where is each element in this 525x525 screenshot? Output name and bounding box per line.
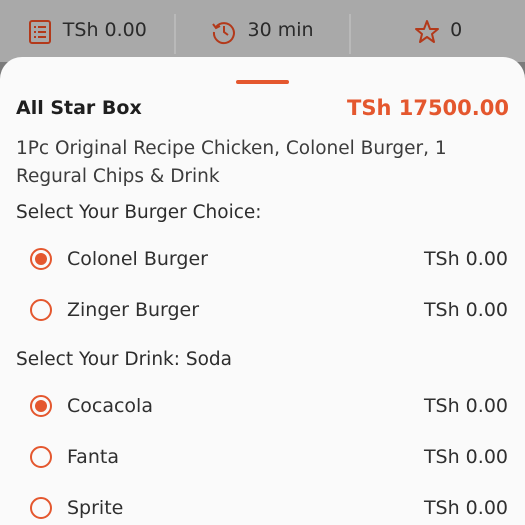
history-clock-icon bbox=[211, 19, 237, 45]
time-stat-label: 30 min bbox=[247, 19, 314, 41]
radio-dot bbox=[35, 253, 47, 265]
option-name: Cocacola bbox=[67, 395, 153, 417]
receipt-icon bbox=[27, 19, 53, 45]
option-name: Fanta bbox=[67, 446, 119, 468]
option-colonel-burger[interactable]: Colonel Burger TSh 0.00 bbox=[0, 239, 525, 279]
radio-dot bbox=[35, 400, 47, 412]
option-name: Colonel Burger bbox=[67, 248, 208, 270]
option-name: Sprite bbox=[67, 497, 124, 519]
option-sprite[interactable]: Sprite TSh 0.00 bbox=[0, 488, 525, 525]
option-price: TSh 0.00 bbox=[423, 446, 508, 468]
rating-stat-label: 0 bbox=[450, 19, 463, 41]
product-options-sheet: All Star Box TSh 17500.00 1Pc Original R… bbox=[0, 57, 525, 525]
option-name: Zinger Burger bbox=[67, 299, 200, 321]
radio-button-selected[interactable] bbox=[30, 395, 52, 417]
product-description: 1Pc Original Recipe Chicken, Colonel Bur… bbox=[16, 138, 447, 187]
radio-button[interactable] bbox=[30, 497, 52, 519]
drink-section-label: Select Your Drink: Soda bbox=[16, 349, 233, 370]
star-icon bbox=[414, 19, 440, 45]
time-stat: 30 min bbox=[176, 0, 350, 62]
option-price: TSh 0.00 bbox=[423, 497, 508, 519]
product-price: TSh 17500.00 bbox=[347, 96, 509, 120]
radio-button[interactable] bbox=[30, 446, 52, 468]
sheet-drag-handle[interactable] bbox=[236, 80, 289, 84]
option-zinger-burger[interactable]: Zinger Burger TSh 0.00 bbox=[0, 290, 525, 330]
price-stat-label: TSh 0.00 bbox=[62, 19, 147, 41]
radio-button-selected[interactable] bbox=[30, 248, 52, 270]
option-price: TSh 0.00 bbox=[423, 299, 508, 321]
burger-section-label: Select Your Burger Choice: bbox=[16, 202, 262, 223]
radio-button[interactable] bbox=[30, 299, 52, 321]
option-fanta[interactable]: Fanta TSh 0.00 bbox=[0, 437, 525, 477]
rating-stat: 0 bbox=[351, 0, 525, 62]
option-price: TSh 0.00 bbox=[423, 248, 508, 270]
option-cocacola[interactable]: Cocacola TSh 0.00 bbox=[0, 386, 525, 426]
price-stat: TSh 0.00 bbox=[0, 0, 174, 62]
product-title: All Star Box bbox=[16, 97, 142, 119]
option-price: TSh 0.00 bbox=[423, 395, 508, 417]
top-stats-bar: TSh 0.00 30 min 0 bbox=[0, 0, 525, 62]
